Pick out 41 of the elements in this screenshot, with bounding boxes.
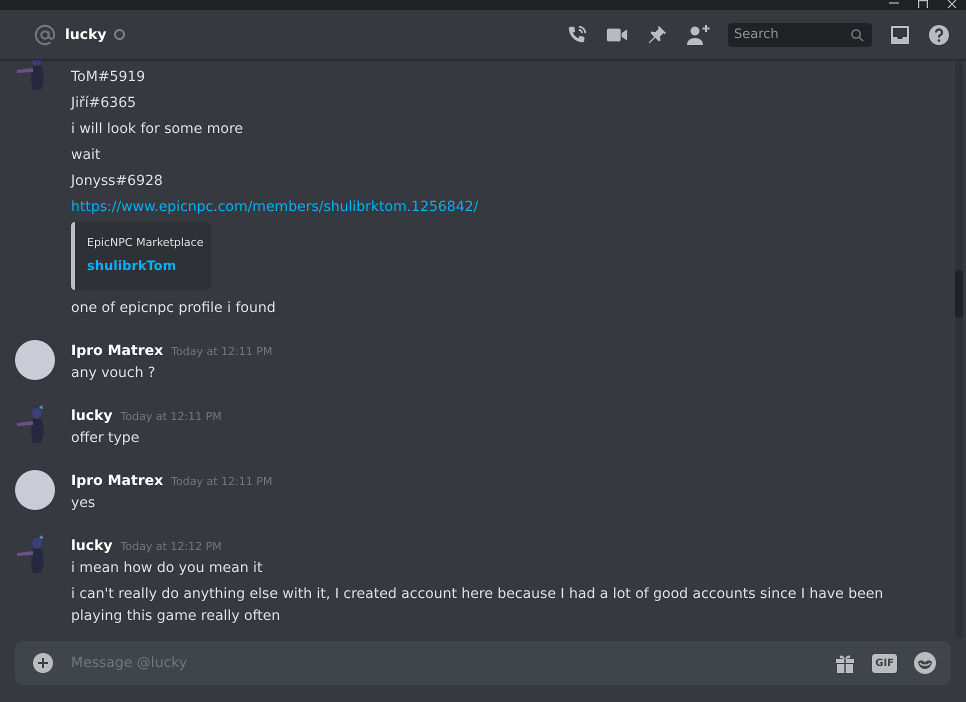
timestamp: Today at 12:11 PM: [171, 474, 272, 488]
phone-call-icon[interactable]: [566, 24, 588, 46]
message-text: i can't really do anything else with it, I created account here because I had a lot of good accounts since I have been playing this game really often: [71, 585, 884, 626]
author-name[interactable]: Ipro Matrex: [71, 343, 164, 359]
emoji-icon[interactable]: [913, 651, 937, 675]
avatar[interactable]: [15, 470, 55, 510]
pin-icon[interactable]: [646, 24, 668, 46]
message-text: offer type: [71, 429, 140, 448]
timestamp: Today at 12:11 PM: [120, 410, 222, 422]
author-name[interactable]: lucky: [71, 538, 113, 554]
avatar[interactable]: [15, 340, 55, 380]
close-icon[interactable]: [947, 0, 957, 8]
embed-provider: EpicNPC Marketplace: [87, 236, 201, 249]
add-friend-icon[interactable]: [686, 24, 710, 46]
plus-icon[interactable]: [33, 653, 53, 673]
at-sign-icon: [34, 24, 56, 46]
message-text: Jiří#6365: [71, 94, 138, 113]
video-camera-icon[interactable]: [606, 26, 628, 44]
message-text: one of epicnpc profile i found: [71, 299, 277, 318]
maximize-icon[interactable]: [918, 0, 928, 8]
embed-title-link[interactable]: shulibrkTom: [87, 259, 201, 274]
help-icon[interactable]: [928, 24, 950, 46]
message-text: ToM#5919: [71, 68, 146, 87]
gif-button[interactable]: GIF: [872, 654, 897, 672]
scrollbar-thumb[interactable]: [955, 270, 963, 318]
message-text: Jonyss#6928: [71, 172, 164, 191]
message-text: any vouch ?: [71, 364, 156, 383]
message-text: i will look for some more: [71, 120, 244, 139]
scrollbar-track[interactable]: [955, 62, 963, 639]
search-icon: [851, 28, 864, 42]
inbox-icon[interactable]: [890, 24, 910, 44]
timestamp: Today at 12:12 PM: [120, 540, 222, 552]
message-text: wait: [71, 146, 102, 165]
timestamp: Today at 12:11 PM: [171, 344, 272, 358]
author-name[interactable]: lucky: [71, 408, 113, 424]
message-text: yes: [71, 494, 96, 513]
message-text: i mean how do you mean it: [71, 559, 264, 578]
search-field[interactable]: Search: [728, 22, 872, 46]
author-name[interactable]: Ipro Matrex: [71, 473, 164, 489]
channel-name: lucky: [65, 26, 107, 42]
message-link[interactable]: https://www.epicnpc.com/members/shulibrktom.1256842/: [71, 199, 478, 215]
